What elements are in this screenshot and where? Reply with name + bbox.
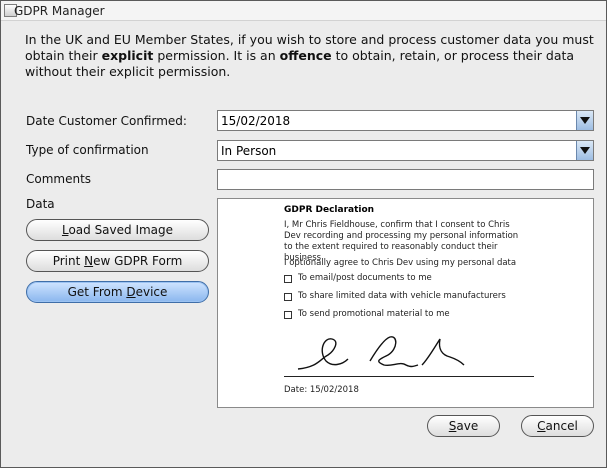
option-checkbox xyxy=(284,275,292,283)
confirmation-type-label: Type of confirmation xyxy=(26,143,149,157)
comments-label: Comments xyxy=(26,172,92,186)
button-label: evice xyxy=(135,285,168,299)
intro-emphasis: offence xyxy=(279,48,332,63)
declaration-title: GDPR Declaration xyxy=(284,205,375,215)
gdpr-form-image: GDPR Declaration I, Mr Chris Fieldhouse,… xyxy=(217,198,594,408)
date-confirmed-label: Date Customer Confirmed: xyxy=(26,114,187,128)
option-checkbox xyxy=(284,311,292,319)
signature-line xyxy=(284,376,534,377)
button-label: Print xyxy=(52,254,85,268)
hotkey: C xyxy=(537,419,546,433)
cancel-button[interactable]: Cancel xyxy=(521,415,594,437)
window-controls[interactable] xyxy=(546,1,606,21)
confirmation-type-select[interactable]: In Person xyxy=(217,140,594,161)
declaration-date: Date: 15/02/2018 xyxy=(284,385,359,395)
get-from-device-button[interactable]: Get From Device xyxy=(26,281,209,303)
date-dropdown-button[interactable] xyxy=(576,111,593,130)
date-confirmed-value: 15/02/2018 xyxy=(221,114,291,128)
button-label: ave xyxy=(456,419,479,433)
gdpr-manager-window: GDPR Manager In the UK and EU Member Sta… xyxy=(0,0,607,468)
option-label: To share limited data with vehicle manuf… xyxy=(298,291,506,301)
intro-emphasis: explicit xyxy=(101,48,154,63)
chevron-down-icon xyxy=(580,117,590,124)
button-label: Get From xyxy=(67,285,127,299)
date-confirmed-picker[interactable]: 15/02/2018 xyxy=(217,110,594,131)
data-label: Data xyxy=(26,197,55,211)
type-dropdown-button[interactable] xyxy=(576,141,593,160)
declaration-optional: I optionally agree to Chris Dev using my… xyxy=(284,258,517,268)
hotkey: N xyxy=(84,254,94,268)
load-saved-image-button[interactable]: Load Saved Image xyxy=(26,219,209,241)
print-new-gdpr-form-button[interactable]: Print New GDPR Form xyxy=(26,250,209,272)
option-checkbox xyxy=(284,293,292,301)
button-label: ancel xyxy=(545,419,578,433)
chevron-down-icon xyxy=(580,147,590,154)
button-label: oad Saved Image xyxy=(68,223,174,237)
title-bar[interactable]: GDPR Manager xyxy=(1,1,606,21)
signature-drawing xyxy=(297,336,465,370)
button-label: ew GDPR Form xyxy=(93,254,183,268)
intro-text: In the UK and EU Member States, if you w… xyxy=(25,32,595,80)
option-label: To email/post documents to me xyxy=(298,273,432,283)
option-label: To send promotional material to me xyxy=(298,309,450,319)
hotkey: D xyxy=(126,285,136,299)
comments-input[interactable] xyxy=(217,169,594,190)
save-button[interactable]: Save xyxy=(427,415,500,437)
confirmation-type-value: In Person xyxy=(221,144,277,158)
intro-part: permission. It is an xyxy=(153,48,280,63)
window-title: GDPR Manager xyxy=(14,4,105,18)
